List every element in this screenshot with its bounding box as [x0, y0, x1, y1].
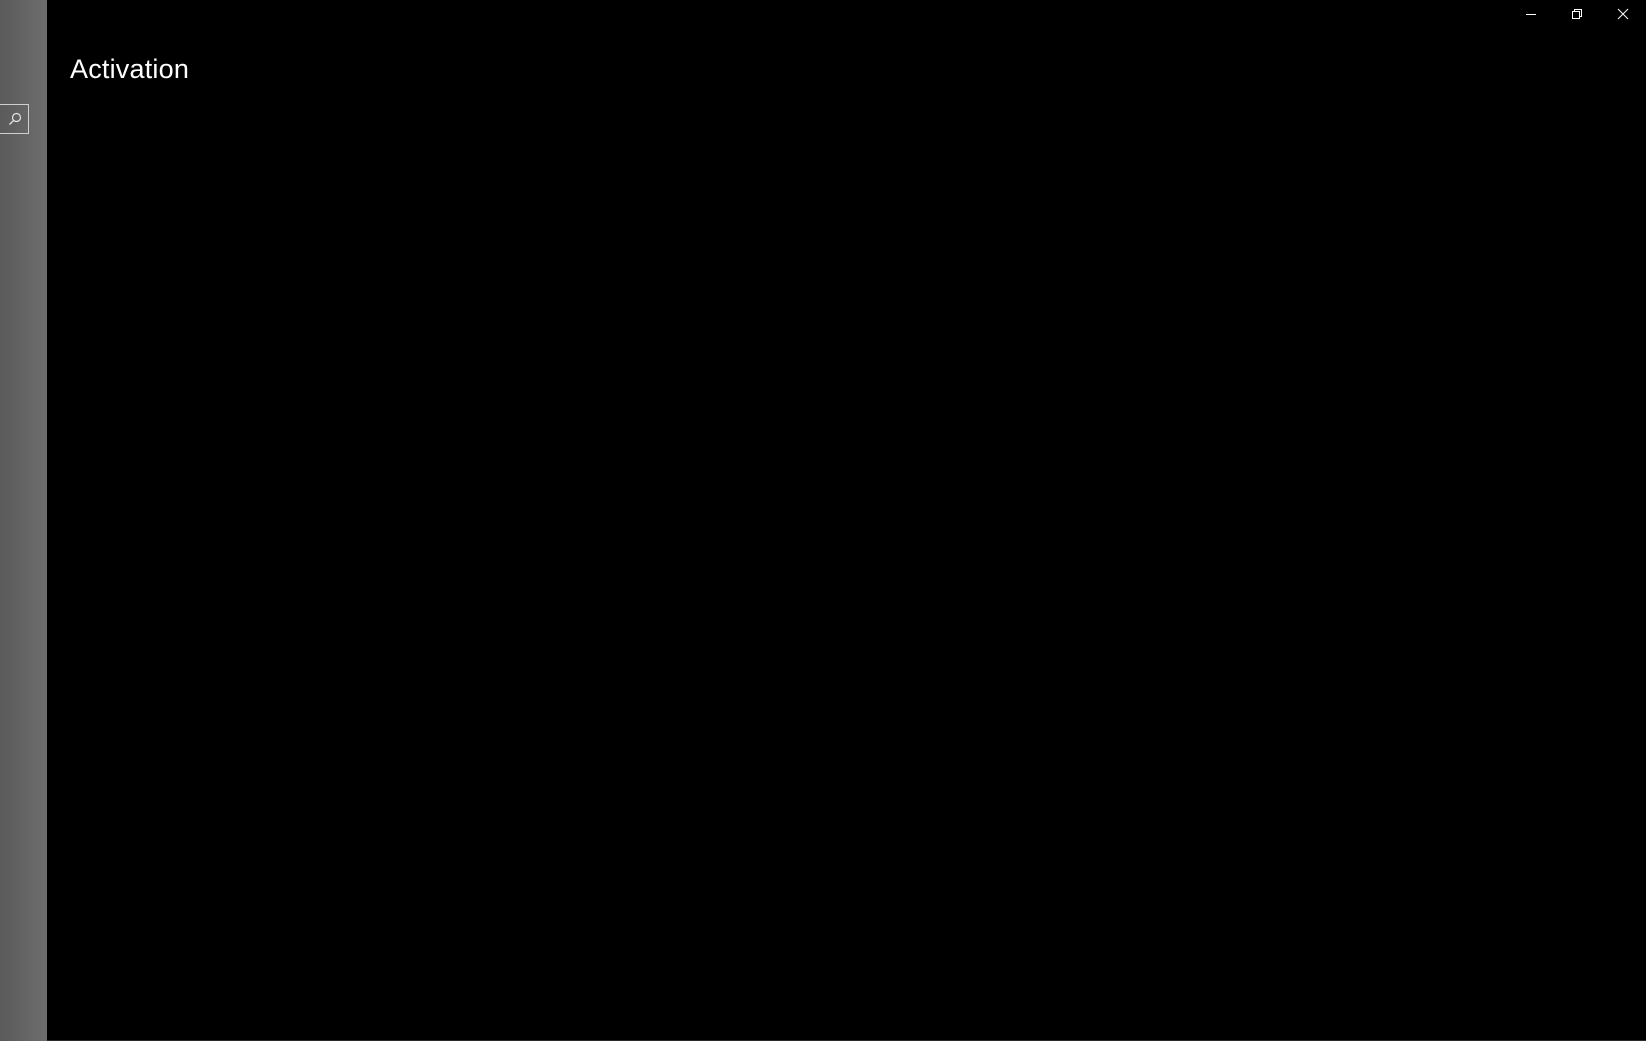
- settings-window: Activation: [0, 0, 1646, 1041]
- close-icon: [1617, 7, 1629, 25]
- minimize-button[interactable]: [1508, 0, 1554, 32]
- search-box[interactable]: [0, 104, 29, 134]
- window-caption-buttons: [1508, 0, 1646, 32]
- restore-icon: [1571, 7, 1583, 25]
- page-title: Activation: [70, 54, 190, 84]
- navigation-pane: [0, 0, 47, 1041]
- search-icon[interactable]: [7, 111, 23, 127]
- main-content: Activation: [47, 0, 1646, 1041]
- minimize-icon: [1525, 7, 1537, 25]
- close-button[interactable]: [1600, 0, 1646, 32]
- restore-button[interactable]: [1554, 0, 1600, 32]
